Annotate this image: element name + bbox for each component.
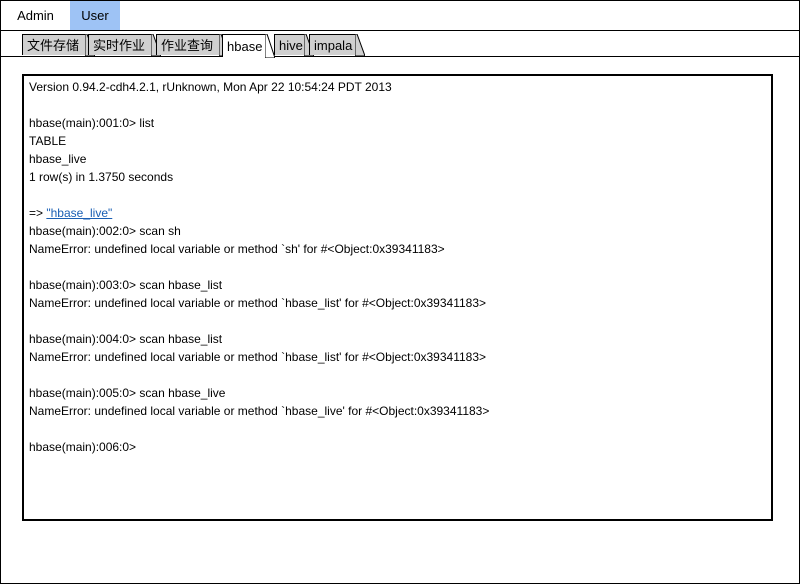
sub-tab-label: hbase [227, 39, 263, 54]
sub-tab-hbase[interactable]: hbase [222, 34, 275, 58]
console-line: hbase(main):005:0> scan hbase_live [29, 386, 226, 400]
console-line: TABLE [29, 134, 67, 148]
sub-tab-label: 作业查询 [161, 38, 214, 53]
console-line: hbase_live [29, 152, 87, 166]
console-line: hbase(main):002:0> scan sh [29, 224, 181, 238]
sub-tab-label: 实时作业 [93, 38, 146, 53]
console-error-line: NameError: undefined local variable or m… [29, 296, 487, 310]
hbase-shell-console[interactable]: Version 0.94.2-cdh4.2.1, rUnknown, Mon A… [22, 74, 773, 521]
console-error-line: NameError: undefined local variable or m… [29, 242, 445, 256]
result-arrow: => [29, 206, 47, 220]
console-error-line: NameError: undefined local variable or m… [29, 350, 487, 364]
sub-tab-divider [0, 56, 800, 57]
top-tab-admin[interactable]: Admin [1, 1, 70, 31]
console-line: hbase(main):003:0> scan hbase_list [29, 278, 223, 292]
sub-tab-realtime-jobs[interactable]: 实时作业 [88, 34, 161, 56]
sub-tab-impala[interactable]: impala [309, 34, 365, 56]
console-line: 1 row(s) in 1.3750 seconds [29, 170, 174, 184]
result-table-link[interactable]: "hbase_live" [46, 206, 112, 220]
top-nav: Admin User [1, 1, 798, 31]
tab-edge [265, 34, 275, 58]
console-error-line: NameError: undefined local variable or m… [29, 404, 490, 418]
top-tab-user[interactable]: User [70, 1, 120, 31]
console-line: Version 0.94.2-cdh4.2.1, rUnknown, Mon A… [29, 80, 392, 94]
console-result-line: => "hbase_live" [29, 204, 112, 222]
sub-tab-label: impala [314, 38, 353, 53]
sub-tab-hive[interactable]: hive [274, 34, 314, 56]
tab-edge [355, 34, 365, 56]
sub-tab-file-storage[interactable]: 文件存储 [22, 34, 95, 56]
sub-tab-label: 文件存储 [27, 38, 80, 53]
sub-tab-job-query[interactable]: 作业查询 [156, 34, 229, 56]
console-line: hbase(main):001:0> list [29, 116, 155, 130]
console-line: hbase(main):004:0> scan hbase_list [29, 332, 223, 346]
sub-tab-label: hive [279, 38, 303, 53]
console-prompt[interactable]: hbase(main):006:0> [29, 438, 136, 456]
sub-tab-bar: 文件存储 实时作业 作业查询 hbase hive impala [0, 31, 800, 58]
